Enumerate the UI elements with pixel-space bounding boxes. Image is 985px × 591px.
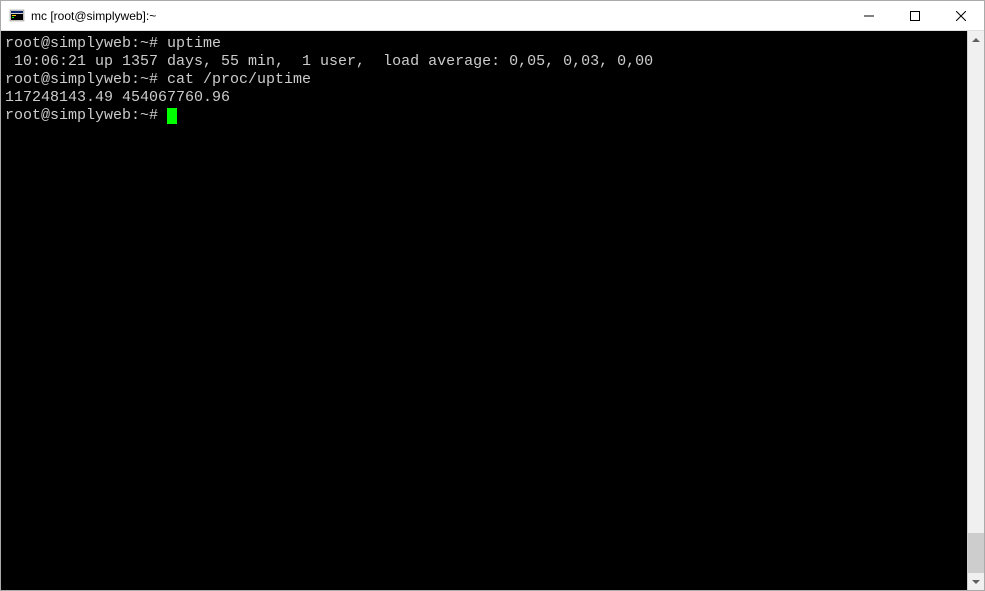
scroll-thumb[interactable]	[968, 533, 984, 573]
app-icon	[9, 8, 25, 24]
shell-prompt: root@simplyweb:~#	[5, 35, 167, 52]
shell-command: uptime	[167, 35, 221, 52]
cursor	[167, 108, 177, 124]
vertical-scrollbar[interactable]	[967, 31, 984, 590]
shell-prompt: root@simplyweb:~#	[5, 71, 167, 88]
shell-prompt: root@simplyweb:~#	[5, 107, 167, 124]
scroll-up-arrow[interactable]	[968, 31, 984, 48]
titlebar[interactable]: mc [root@simplyweb]:~	[1, 1, 984, 31]
shell-command: cat /proc/uptime	[167, 71, 311, 88]
scroll-track[interactable]	[968, 48, 984, 573]
terminal-line: root@simplyweb:~# uptime	[5, 35, 963, 53]
terminal-line: 10:06:21 up 1357 days, 55 min, 1 user, l…	[5, 53, 963, 71]
window-controls	[846, 1, 984, 30]
terminal-line: 117248143.49 454067760.96	[5, 89, 963, 107]
window-title: mc [root@simplyweb]:~	[31, 9, 846, 23]
terminal[interactable]: root@simplyweb:~# uptime 10:06:21 up 135…	[1, 31, 967, 590]
minimize-button[interactable]	[846, 1, 892, 30]
close-button[interactable]	[938, 1, 984, 30]
window-frame: mc [root@simplyweb]:~ root@simplyweb:~# …	[0, 0, 985, 591]
terminal-line: root@simplyweb:~#	[5, 107, 963, 125]
terminal-line: root@simplyweb:~# cat /proc/uptime	[5, 71, 963, 89]
terminal-area: root@simplyweb:~# uptime 10:06:21 up 135…	[1, 31, 984, 590]
scroll-down-arrow[interactable]	[968, 573, 984, 590]
maximize-button[interactable]	[892, 1, 938, 30]
